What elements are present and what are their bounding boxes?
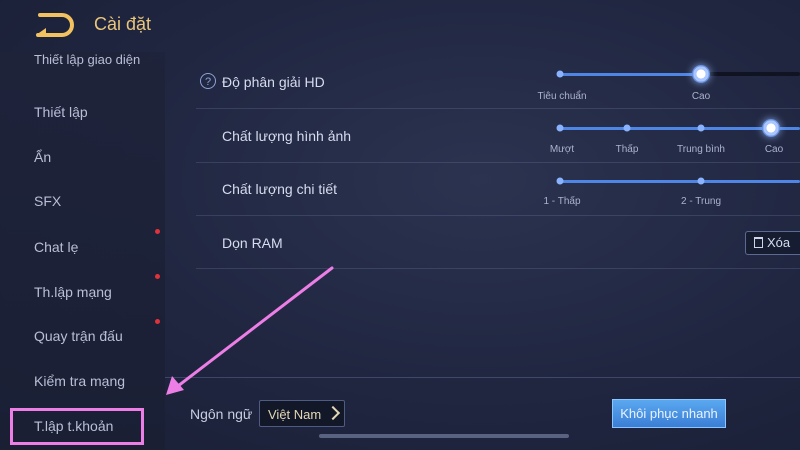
highlight-box [10,408,144,445]
resolution-slider-track [701,72,800,76]
sidebar-item-interface[interactable]: Thiết lập giao diện [34,52,144,67]
chevron-right-icon [325,405,341,421]
sidebar-item-network-test[interactable]: Kiểm tra mạng [34,373,125,389]
resolution-slider-fill [560,73,701,76]
divider [196,268,800,269]
image-quality-option-medium[interactable]: Trung bình [677,144,725,155]
sidebar-item-quick-chat[interactable]: Chat lẹ [34,239,78,255]
back-button[interactable] [34,12,76,38]
image-quality-option-high[interactable]: Cao [765,144,783,155]
ram-label: Dọn RAM [222,235,283,251]
footer-divider [165,377,800,378]
language-select[interactable]: Việt Nam [259,400,345,427]
resolution-slider-knob[interactable] [692,65,710,83]
slider-tick [556,70,564,78]
resolution-option-standard[interactable]: Tiêu chuẩn [537,91,586,102]
detail-quality-option-medium[interactable]: 2 - Trung [681,196,721,207]
scrollbar[interactable] [319,434,569,438]
language-label: Ngôn ngữ [190,406,253,422]
sidebar-item-replay[interactable]: Quay trận đấu [34,328,123,344]
help-icon[interactable]: ? [200,73,216,89]
sidebar-item-network[interactable]: Th.lập mạng [34,284,112,300]
slider-tick [556,124,564,132]
page-title: Cài đặt [94,14,152,34]
notification-dot [155,229,160,234]
slider-tick [697,124,705,132]
notification-dot [155,274,160,279]
resolution-label: Độ phân giải HD [222,74,325,90]
header: Cài đặt [0,0,800,52]
language-value: Việt Nam [268,407,322,422]
slider-tick [556,177,564,185]
sidebar-item-hide[interactable]: Ẩn [34,149,51,165]
detail-quality-option-low[interactable]: 1 - Thấp [543,196,580,207]
detail-quality-label: Chất lượng chi tiết [222,181,338,197]
detail-quality-slider-fill [560,180,800,183]
divider [196,108,800,109]
clear-ram-label: Xóa [767,235,791,250]
sidebar-item-settings[interactable]: Thiết lập [34,104,88,120]
sidebar-item-sfx[interactable]: SFX [34,193,61,209]
clear-ram-button[interactable]: Xóa [745,231,800,255]
slider-tick [697,177,705,185]
quick-restore-button[interactable]: Khôi phục nhanh [612,399,726,428]
image-quality-slider-knob[interactable] [762,119,780,137]
image-quality-option-smooth[interactable]: Mượt [550,144,574,155]
resolution-option-high[interactable]: Cao [692,91,710,102]
back-arrow-icon [36,13,74,37]
trash-icon [754,237,763,248]
notification-dot [155,319,160,324]
image-quality-option-low[interactable]: Thấp [616,144,639,155]
image-quality-label: Chất lượng hình ảnh [222,128,352,144]
slider-tick [623,124,631,132]
divider [196,162,800,163]
divider [196,215,800,216]
